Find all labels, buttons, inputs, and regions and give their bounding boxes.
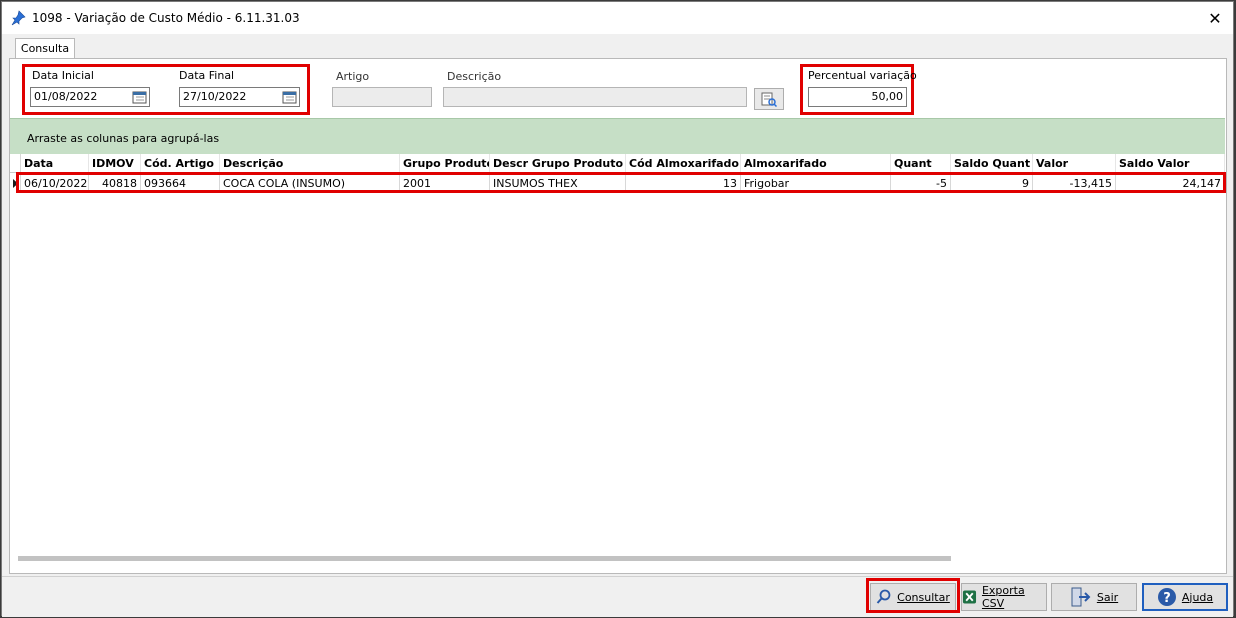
exit-icon — [1071, 587, 1091, 607]
horizontal-scrollbar[interactable] — [10, 554, 1225, 562]
data-inicial-value: 01/08/2022 — [34, 90, 98, 103]
close-icon: ✕ — [1208, 8, 1222, 28]
calendar-icon[interactable] — [282, 90, 297, 104]
data-final-label: Data Final — [179, 69, 235, 82]
data-inicial-input[interactable]: 01/08/2022 — [30, 87, 150, 107]
pin-icon — [11, 10, 26, 26]
header-indicator — [10, 154, 21, 173]
data-final-value: 27/10/2022 — [183, 90, 247, 103]
percentual-label: Percentual variação — [808, 69, 917, 82]
artigo-input[interactable] — [332, 87, 432, 107]
col-header-cod-artigo[interactable]: Cód. Artigo — [141, 154, 220, 173]
svg-text:?: ? — [1163, 591, 1171, 606]
artigo-label: Artigo — [336, 70, 370, 83]
results-grid[interactable]: Data IDMOV Cód. Artigo Descrição Grupo P… — [10, 154, 1225, 552]
artigo-lookup-button[interactable] — [754, 88, 784, 110]
col-header-descr-grupo-produto[interactable]: Descr Grupo Produto — [490, 154, 626, 173]
ajuda-label: Ajuda — [1181, 590, 1214, 604]
col-header-valor[interactable]: Valor — [1033, 154, 1116, 173]
group-hint: Arraste as colunas para agrupá-las — [27, 132, 220, 145]
ajuda-button[interactable]: ? Ajuda — [1142, 583, 1228, 611]
exporta-csv-label: Exporta CSV — [981, 584, 1025, 610]
col-header-idmov[interactable]: IDMOV — [89, 154, 141, 173]
sair-label: Sair — [1096, 590, 1119, 604]
lookup-icon — [761, 92, 778, 107]
window-title: 1098 - Variação de Custo Médio - 6.11.31… — [32, 11, 300, 25]
title-bar[interactable]: 1098 - Variação de Custo Médio - 6.11.31… — [2, 2, 1233, 34]
footer-toolbar: Consultar Exporta CSV Sair ? Ajuda — [2, 576, 1233, 617]
consultar-highlight — [866, 578, 960, 613]
col-header-almoxarifado[interactable]: Almoxarifado — [741, 154, 891, 173]
grid-header: Data IDMOV Cód. Artigo Descrição Grupo P… — [10, 154, 1225, 173]
tab-consulta[interactable]: Consulta — [15, 38, 75, 59]
sair-button[interactable]: Sair — [1051, 583, 1137, 611]
col-header-saldo-quant[interactable]: Saldo Quant — [951, 154, 1033, 173]
help-icon: ? — [1157, 588, 1176, 606]
excel-icon — [962, 590, 977, 604]
percentual-value: 50,00 — [871, 90, 904, 103]
data-final-input[interactable]: 27/10/2022 — [179, 87, 300, 107]
col-header-saldo-valor[interactable]: Saldo Valor — [1116, 154, 1225, 173]
calendar-icon[interactable] — [132, 90, 147, 104]
row-highlight — [16, 172, 1226, 193]
main-window: 1098 - Variação de Custo Médio - 6.11.31… — [1, 1, 1234, 617]
descricao-label: Descrição — [447, 70, 502, 83]
data-inicial-label: Data Inicial — [32, 69, 94, 82]
scrollbar-thumb[interactable] — [18, 556, 951, 561]
tab-label: Consulta — [20, 42, 70, 55]
col-header-quant[interactable]: Quant — [891, 154, 951, 173]
col-header-grupo-produto[interactable]: Grupo Produto — [400, 154, 490, 173]
close-button[interactable]: ✕ — [1197, 2, 1233, 34]
col-header-data[interactable]: Data — [21, 154, 89, 173]
exporta-csv-button[interactable]: Exporta CSV — [961, 583, 1047, 611]
col-header-descricao[interactable]: Descrição — [220, 154, 400, 173]
group-by-panel[interactable]: Arraste as colunas para agrupá-las — [10, 118, 1225, 154]
percentual-input[interactable]: 50,00 — [808, 87, 907, 107]
col-header-cod-almoxarifado[interactable]: Cód Almoxarifado — [626, 154, 741, 173]
descricao-input[interactable] — [443, 87, 747, 107]
